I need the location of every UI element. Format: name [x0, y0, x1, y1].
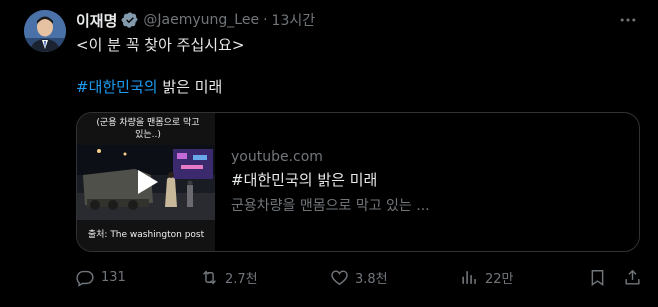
reply-icon: [76, 270, 94, 287]
views-button[interactable]: 22만: [460, 264, 514, 290]
more-dots-icon: [620, 18, 636, 22]
reply-count: 131: [101, 269, 126, 285]
thumbnail-caption-top: (군용 차량을 맨몸으로 막고있는..): [96, 118, 200, 140]
views-chart-icon: [462, 270, 476, 284]
dot-separator: ·: [263, 12, 268, 28]
repost-button[interactable]: 2.7천: [200, 264, 258, 290]
card-title[interactable]: #대한민국의 밝은 미래: [231, 169, 430, 190]
card-domain: youtube.com: [231, 149, 323, 165]
like-count: 3.8천: [355, 271, 388, 287]
profile-photo: [24, 10, 66, 52]
bookmark-icon: [591, 269, 604, 286]
card-description: 군용차량을 맨몸으로 막고 있는 ...: [231, 198, 430, 214]
like-button[interactable]: 3.8천: [330, 264, 388, 290]
tweet-text-line2: #대한민국의 밝은 미래: [76, 76, 222, 97]
verified-badge-icon: [121, 11, 139, 29]
heart-icon: [331, 269, 348, 285]
tweet-text-line1: <이 분 꼭 찾아 주십시요>: [76, 36, 245, 54]
tweet-header: 이재명 @Jaemyung_Lee · 13시간: [76, 9, 315, 31]
action-bar: 131 2.7천 3.8천 22만: [76, 264, 644, 290]
share-icon: [625, 269, 640, 285]
bookmark-button[interactable]: [588, 264, 613, 290]
author-handle[interactable]: @Jaemyung_Lee: [143, 12, 259, 28]
post-time[interactable]: 13시간: [272, 10, 316, 30]
card-text-block: youtube.com #대한민국의 밝은 미래 군용차량을 맨몸으로 막고 있…: [231, 149, 430, 215]
author-display-name[interactable]: 이재명: [76, 10, 117, 31]
avatar[interactable]: [24, 10, 66, 52]
link-preview-card[interactable]: (군용 차량을 맨몸으로 막고있는..) 출처: The washington …: [76, 112, 640, 252]
play-icon[interactable]: [129, 165, 163, 199]
tweet-text-rest: 밝은 미래: [157, 78, 223, 96]
hashtag-link[interactable]: #대한민국의: [76, 78, 158, 96]
repost-icon: [203, 270, 216, 284]
more-options-button[interactable]: [616, 8, 640, 32]
repost-count: 2.7천: [225, 271, 258, 287]
video-thumbnail[interactable]: (군용 차량을 맨몸으로 막고있는..) 출처: The washington …: [77, 113, 215, 251]
reply-button[interactable]: 131: [76, 264, 126, 290]
share-button[interactable]: [623, 264, 648, 290]
view-count: 22만: [485, 271, 514, 287]
thumbnail-caption-bottom: 출처: The washington post: [87, 230, 205, 240]
